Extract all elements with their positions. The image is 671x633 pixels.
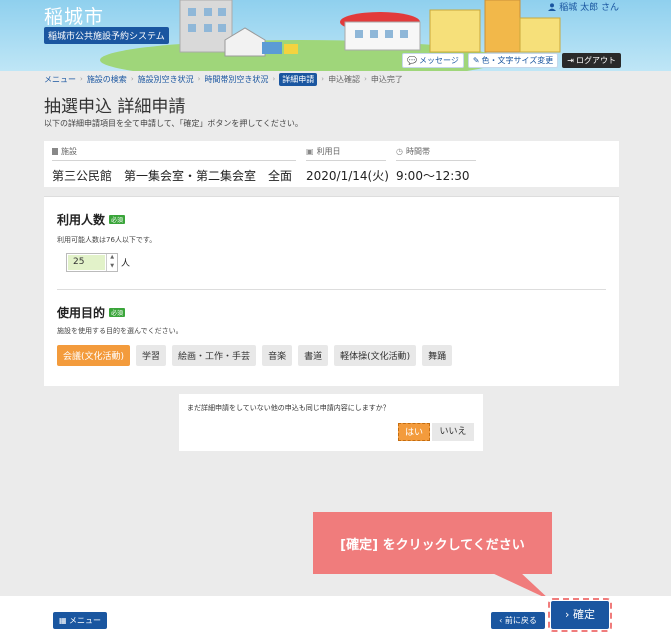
purpose-option-art-craft[interactable]: 絵画・工作・手芸 [172, 345, 257, 366]
attendees-value[interactable]: 25 [68, 255, 106, 270]
back-button-label: 前に戻る [504, 616, 537, 625]
purpose-option-dance[interactable]: 舞踊 [422, 345, 453, 366]
chevron-right-icon: › [80, 75, 83, 83]
attendees-number-input[interactable]: 25 ▲ ▼ [66, 253, 118, 272]
time-label-row: ◷ 時間帯 [396, 146, 476, 161]
back-button[interactable]: ‹ 前に戻る [491, 612, 545, 629]
logout-button[interactable]: ⇥ ログアウト [562, 53, 621, 68]
facility-value: 第三公民館 第一集会室・第二集会室 全面 [52, 169, 293, 183]
building-icon [52, 148, 58, 155]
calendar-icon: ▣ [306, 147, 314, 156]
facility-label: 施設 [61, 147, 77, 156]
color-font-size-button[interactable]: ✎ 色・文字サイズ変更 [467, 53, 559, 68]
chevron-right-icon: › [321, 75, 325, 83]
date-column: ▣ 利用日 2020/1/14(火) [306, 146, 389, 184]
breadcrumb-facility-availability[interactable]: 施設別空き状況 [138, 74, 194, 85]
required-badge: 必須 [109, 308, 126, 317]
section-divider [57, 289, 606, 290]
chevron-right-icon: › [565, 608, 570, 621]
instruction-tooltip: [確定] をクリックしてください [313, 512, 552, 574]
facility-info-card: 施設 第三公民館 第一集会室・第二集会室 全面 ▣ 利用日 2020/1/14(… [44, 141, 619, 187]
purpose-option-study[interactable]: 学習 [136, 345, 167, 366]
purpose-options: 会議(文化活動) 学習 絵画・工作・手芸 音楽 書道 軽体操(文化活動) 舞踊 [57, 345, 453, 366]
confirm-button-label: 確定 [572, 608, 595, 621]
tooltip-text: [確定] をクリックしてください [340, 537, 525, 553]
facility-label-row: 施設 [52, 146, 296, 161]
time-column: ◷ 時間帯 9:00～12:30 [396, 146, 476, 184]
facility-column: 施設 第三公民館 第一集会室・第二集会室 全面 [52, 146, 296, 184]
breadcrumb-application-complete: 申込完了 [370, 74, 403, 84]
brush-icon: ✎ [472, 56, 480, 65]
chevron-left-icon: ‹ [499, 616, 503, 625]
time-label: 時間帯 [405, 147, 430, 156]
apply-to-others-question: まだ詳細申請をしていない他の申込も同じ申請内容にしますか？ [187, 404, 390, 412]
date-label-row: ▣ 利用日 [306, 146, 386, 161]
breadcrumb-facility-search[interactable]: 施設の検索 [87, 74, 127, 85]
attendees-title-text: 利用人数 [57, 213, 106, 227]
menu-button[interactable]: ▦ メニュー [53, 612, 107, 629]
attendees-title: 利用人数 必須 [57, 211, 126, 228]
chevron-right-icon: › [272, 75, 276, 83]
breadcrumb-detail-application: 詳細申請 [279, 72, 318, 86]
breadcrumb-application-confirm: 申込確認 [328, 74, 361, 84]
attendees-unit: 人 [121, 259, 131, 269]
message-label: メッセージ [418, 56, 459, 65]
message-button[interactable]: 💬 メッセージ [402, 53, 464, 68]
purpose-option-meeting[interactable]: 会議(文化活動) [57, 345, 131, 366]
attendees-description: 利用可能人数は76人以下です。 [57, 236, 157, 244]
chevron-right-icon: › [364, 75, 367, 83]
no-button[interactable]: いいえ [432, 423, 474, 441]
chevron-right-icon: › [130, 75, 134, 83]
logout-icon: ⇥ [567, 56, 574, 65]
user-info[interactable]: 稲城 太郎 さん [548, 0, 619, 13]
breadcrumb-menu[interactable]: メニュー [44, 74, 76, 85]
city-name: 稲城市 [44, 6, 105, 28]
chevron-right-icon: › [197, 75, 201, 83]
page-description: 以下の詳細申請項目を全て申請して、「確定」ボタンを押してください。 [44, 119, 303, 128]
color-font-label: 色・文字サイズ変更 [481, 56, 554, 65]
detail-form: 利用人数 必須 利用可能人数は76人以下です。 25 ▲ ▼ 人 使用目的 必須… [44, 196, 619, 386]
purpose-title-text: 使用目的 [57, 306, 106, 320]
purpose-description: 施設を使用する目的を選んでください。 [57, 327, 183, 335]
footer-bar: ▦ メニュー ‹ 前に戻る › 確定 [0, 596, 671, 633]
spinner-up-icon[interactable]: ▲ [107, 254, 117, 263]
page-title: 抽選申込 詳細申請 [44, 97, 186, 117]
date-value: 2020/1/14(火) [306, 169, 389, 183]
yes-button[interactable]: はい [398, 423, 430, 441]
purpose-option-light-exercise[interactable]: 軽体操(文化活動) [334, 345, 417, 366]
clock-icon: ◷ [396, 147, 403, 156]
date-label: 利用日 [316, 147, 341, 156]
chat-icon: 💬 [407, 56, 417, 65]
required-badge: 必須 [109, 215, 126, 224]
breadcrumb: メニュー › 施設の検索 › 施設別空き状況 › 時間帯別空き状況 › 詳細申請… [44, 72, 403, 86]
purpose-title: 使用目的 必須 [57, 304, 126, 321]
site-header: 稲城市 稲城市公共施設予約システム 稲城 太郎 さん 💬 メッセージ ✎ 色・文… [0, 0, 671, 71]
confirm-button[interactable]: › 確定 [548, 598, 612, 632]
apply-to-others-dialog: まだ詳細申請をしていない他の申込も同じ申請内容にしますか？ はい いいえ [179, 394, 483, 451]
system-name: 稲城市公共施設予約システム [44, 27, 169, 44]
logout-label: ログアウト [576, 56, 616, 65]
user-name: 稲城 太郎 さん [559, 3, 619, 13]
purpose-option-music[interactable]: 音楽 [262, 345, 293, 366]
breadcrumb-time-availability[interactable]: 時間帯別空き状況 [204, 74, 268, 85]
menu-button-label: メニュー [69, 616, 102, 625]
attendees-spinner[interactable]: ▲ ▼ [106, 254, 117, 271]
grid-icon: ▦ [58, 616, 67, 625]
user-icon [548, 2, 557, 11]
purpose-option-calligraphy[interactable]: 書道 [298, 345, 329, 366]
spinner-down-icon[interactable]: ▼ [107, 263, 117, 272]
time-value: 9:00～12:30 [396, 169, 470, 183]
